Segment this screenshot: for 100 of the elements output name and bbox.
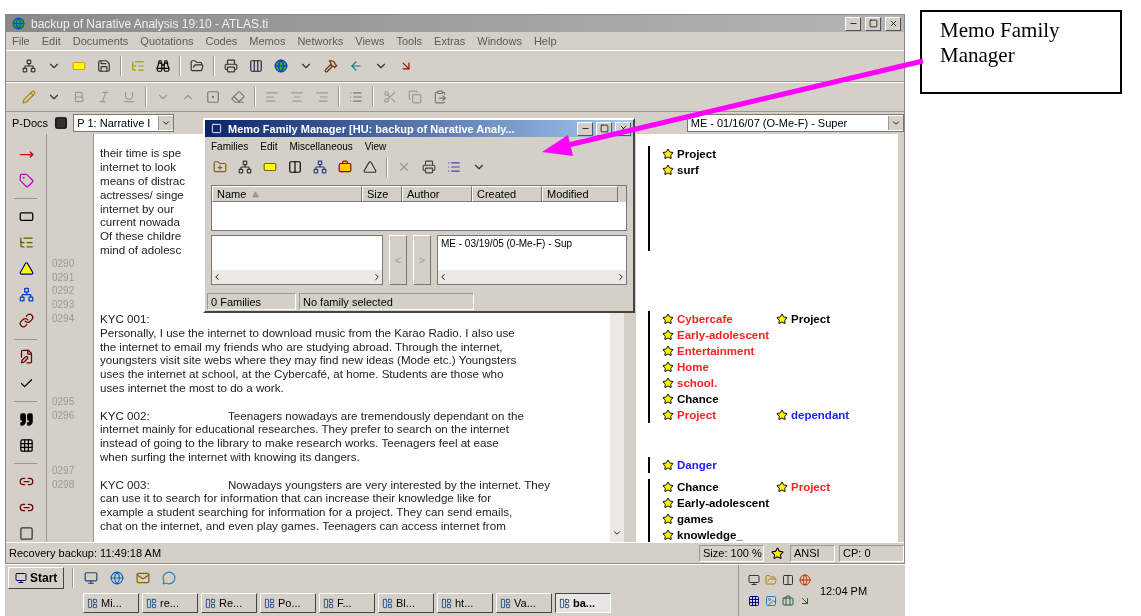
menu-item[interactable]: Views (355, 35, 385, 47)
taskbar-button[interactable]: Bl... (378, 593, 434, 613)
printer-icon[interactable] (420, 158, 438, 176)
column-header[interactable]: Author (402, 186, 472, 202)
maximize-icon (868, 19, 878, 28)
eraser-icon[interactable] (229, 88, 247, 106)
scrollbar[interactable] (212, 270, 383, 284)
code-label[interactable]: Entertainment (677, 345, 755, 357)
star-icon (662, 481, 674, 493)
taskbar-button[interactable]: ba... (555, 593, 611, 613)
menu-item[interactable]: Codes (205, 35, 238, 47)
triangle-icon[interactable] (17, 260, 35, 278)
code-label[interactable]: knowledge_ (677, 529, 743, 541)
callout-box: Memo Family Manager (920, 10, 1122, 94)
code-label[interactable]: Early-adolescent (677, 497, 770, 509)
code-label[interactable]: dependant (791, 409, 850, 421)
close-button[interactable] (885, 16, 901, 31)
columns-icon[interactable] (286, 158, 304, 176)
taskbar-button[interactable]: ht... (437, 593, 493, 613)
code-label[interactable]: Cybercafe (677, 313, 733, 325)
network-icon[interactable] (236, 158, 254, 176)
menu-item[interactable]: Edit (41, 35, 61, 47)
window-icon (323, 597, 334, 609)
column-header[interactable]: Size (362, 186, 402, 202)
star-icon (662, 329, 674, 341)
menu-item[interactable]: Networks (297, 35, 344, 47)
menu-item[interactable]: View (364, 140, 387, 152)
menu-item[interactable]: Tools (396, 35, 423, 47)
taskbar-button[interactable]: Va... (496, 593, 552, 613)
menu-item[interactable]: Help (533, 35, 557, 47)
globe-icon[interactable] (272, 57, 290, 75)
scrollbar[interactable] (437, 270, 626, 284)
taskbar-button[interactable]: F... (319, 593, 375, 613)
line-number: 0298 (51, 478, 75, 490)
star-icon (662, 377, 674, 389)
list-item[interactable]: ME - 03/19/05 (0-Me-F) - Sup (437, 236, 626, 251)
save-icon[interactable] (95, 57, 113, 75)
star-icon (776, 409, 788, 421)
binoculars-icon[interactable] (154, 57, 172, 75)
list-box[interactable] (211, 235, 384, 285)
menu-item[interactable]: Extras (434, 35, 466, 47)
network-icon[interactable] (311, 158, 329, 176)
code-label[interactable]: Project (791, 313, 830, 325)
memo-dropdown[interactable]: ME - 01/16/07 (O-Me-F) - Super (686, 114, 904, 132)
tag-icon[interactable] (17, 172, 35, 190)
quote-icon[interactable] (17, 410, 35, 428)
menu-item[interactable]: Memos (249, 35, 286, 47)
monitor-icon (15, 572, 27, 584)
minimize-button[interactable] (577, 121, 593, 136)
document-icon[interactable] (52, 114, 70, 132)
code-label[interactable]: Home (677, 361, 709, 373)
maximize-button[interactable] (865, 16, 881, 31)
window-icon (205, 597, 216, 609)
code-label[interactable]: Project (677, 409, 716, 421)
grid-icon[interactable] (17, 436, 35, 454)
network-icon[interactable] (20, 57, 38, 75)
code-label[interactable]: Chance (677, 393, 719, 405)
line-number: 0290 (51, 257, 75, 269)
line-number: 0295 (51, 395, 75, 407)
code-label[interactable]: Early-adolescent (677, 329, 770, 341)
code-label[interactable]: games (677, 513, 714, 525)
text-line: the internet to email my friends who are studying abroad. Through the internet, (100, 339, 503, 353)
column-header[interactable]: Name (212, 186, 362, 202)
menu-item[interactable]: Miscellaneous (289, 140, 353, 152)
link-icon[interactable] (17, 312, 35, 330)
network-icon[interactable] (17, 286, 35, 304)
code-label[interactable]: Danger (677, 459, 717, 471)
start-button[interactable]: Start (8, 567, 65, 589)
cursor-status: CP: 0 (839, 544, 904, 562)
menu-item[interactable]: Edit (260, 140, 278, 152)
text-line: Personally, I use the internet to download music from the Karao Radio. I also use (100, 325, 515, 339)
taskbar-button[interactable]: Po... (260, 593, 316, 613)
document-dropdown[interactable]: P 1: Narrative I (73, 114, 174, 132)
star-icon (662, 497, 674, 509)
menu-item[interactable]: File (12, 35, 30, 47)
printer-icon[interactable] (222, 57, 240, 75)
column-header[interactable]: Modified (542, 186, 618, 202)
taskbar-button[interactable]: re... (142, 593, 198, 613)
caret-icon[interactable] (212, 272, 222, 282)
menu-item[interactable]: Quotations (140, 35, 194, 47)
column-header[interactable]: Created (472, 186, 542, 202)
columns-icon[interactable] (247, 57, 265, 75)
code-label[interactable]: school. (677, 377, 718, 389)
code-label[interactable]: surf (677, 164, 699, 176)
caret-icon[interactable] (616, 272, 626, 282)
menu-item[interactable]: Windows (477, 35, 522, 47)
code-label[interactable]: Chance (677, 481, 719, 493)
taskbar-button[interactable]: Re... (201, 593, 257, 613)
maximize-button[interactable] (596, 121, 612, 136)
menu-item[interactable]: Families (211, 140, 249, 152)
code-label[interactable]: Project (791, 481, 830, 493)
list-box[interactable]: ME - 03/19/05 (0-Me-F) - Sup (436, 235, 627, 285)
taskbar-button[interactable]: Mi... (83, 593, 139, 613)
code-label[interactable]: Project (677, 148, 716, 160)
hammer-icon[interactable] (322, 57, 340, 75)
text-line: means of distrac (100, 174, 186, 187)
menu-item[interactable]: Documents (72, 35, 129, 47)
minimize-button[interactable] (845, 16, 861, 31)
window-icon (87, 597, 98, 609)
square-icon[interactable] (17, 524, 35, 542)
